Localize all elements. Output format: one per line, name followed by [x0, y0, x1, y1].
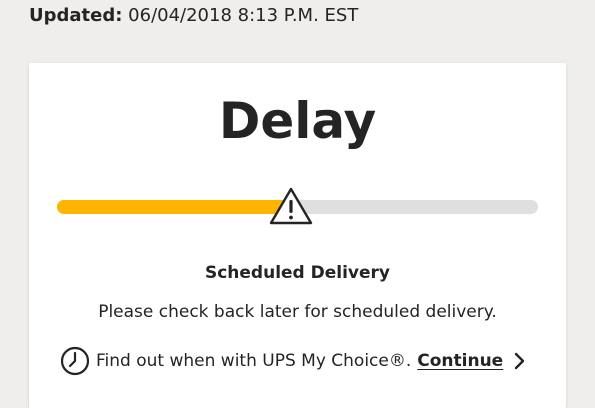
chevron-right-icon [515, 352, 525, 370]
updated-timestamp: Updated: 06/04/2018 8:13 P.M. EST [29, 4, 358, 28]
my-choice-row: Find out when with UPS My Choice®. Conti… [60, 346, 525, 376]
scheduled-delivery-heading: Scheduled Delivery [204, 263, 391, 283]
progress-fill [57, 200, 288, 214]
updated-value: 06/04/2018 8:13 P.M. EST [128, 5, 359, 26]
continue-link-label: Continue [417, 351, 504, 371]
continue-link[interactable]: Continue [417, 351, 525, 371]
status-title: Delay [218, 92, 377, 150]
updated-label: Updated: [29, 5, 123, 26]
clock-icon [60, 346, 90, 376]
warning-icon [269, 187, 313, 225]
my-choice-text: Find out when with UPS My Choice®. [96, 351, 412, 371]
scheduled-delivery-message: Please check back later for scheduled de… [98, 302, 497, 322]
tracking-status-card: Delay Scheduled Delivery Please check ba… [29, 63, 566, 408]
